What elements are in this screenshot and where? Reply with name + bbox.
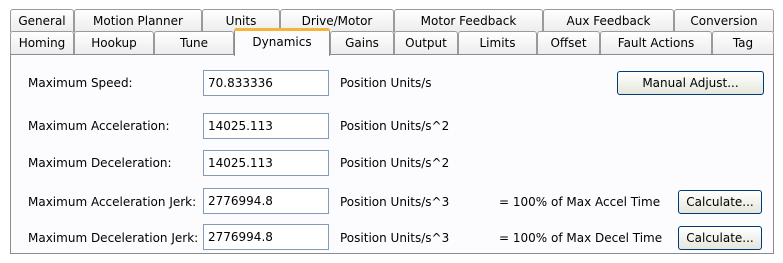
dynamics-panel: Maximum Speed: 70.833336 Position Units/…	[10, 54, 774, 254]
max-decel-jerk-field[interactable]: 2776994.8	[203, 224, 329, 250]
max-speed-label: Maximum Speed:	[28, 76, 133, 90]
tab-offset[interactable]: Offset	[537, 31, 600, 54]
tab-output[interactable]: Output	[394, 31, 458, 54]
max-accel-field[interactable]: 14025.113	[203, 113, 329, 139]
tab-tune[interactable]: Tune	[154, 31, 234, 54]
max-speed-field[interactable]: 70.833336	[203, 70, 329, 96]
max-accel-jerk-unit: Position Units/s^3	[340, 195, 450, 209]
max-decel-jerk-label: Maximum Deceleration Jerk:	[28, 231, 199, 245]
max-decel-field[interactable]: 14025.113	[203, 150, 329, 176]
max-speed-unit: Position Units/s	[340, 76, 432, 90]
max-decel-jerk-unit: Position Units/s^3	[340, 231, 450, 245]
tab-motion-planner[interactable]: Motion Planner	[74, 9, 202, 32]
calculate-accel-jerk-button[interactable]: Calculate...	[678, 190, 762, 214]
tab-limits[interactable]: Limits	[458, 31, 537, 54]
tab-tag[interactable]: Tag	[712, 31, 774, 54]
max-accel-unit: Position Units/s^2	[340, 119, 450, 133]
max-accel-jerk-label: Maximum Acceleration Jerk:	[28, 195, 197, 209]
tab-conversion[interactable]: Conversion	[674, 9, 774, 32]
tab-homing[interactable]: Homing	[10, 31, 74, 54]
tab-gains[interactable]: Gains	[330, 31, 394, 54]
manual-adjust-button[interactable]: Manual Adjust...	[617, 71, 764, 95]
max-decel-jerk-note: = 100% of Max Decel Time	[499, 231, 663, 245]
max-accel-jerk-note: = 100% of Max Accel Time	[499, 195, 661, 209]
max-decel-label: Maximum Deceleration:	[28, 156, 172, 170]
max-decel-unit: Position Units/s^2	[340, 156, 450, 170]
tab-hookup[interactable]: Hookup	[74, 31, 154, 54]
calculate-decel-jerk-button[interactable]: Calculate...	[678, 226, 762, 250]
max-accel-label: Maximum Acceleration:	[28, 119, 170, 133]
tab-dynamics[interactable]: Dynamics	[234, 28, 330, 56]
tab-general[interactable]: General	[10, 9, 74, 32]
max-accel-jerk-field[interactable]: 2776994.8	[203, 188, 329, 214]
tab-aux-feedback[interactable]: Aux Feedback	[543, 9, 674, 32]
tab-fault-actions[interactable]: Fault Actions	[600, 31, 712, 54]
tab-motor-feedback[interactable]: Motor Feedback	[394, 9, 543, 32]
